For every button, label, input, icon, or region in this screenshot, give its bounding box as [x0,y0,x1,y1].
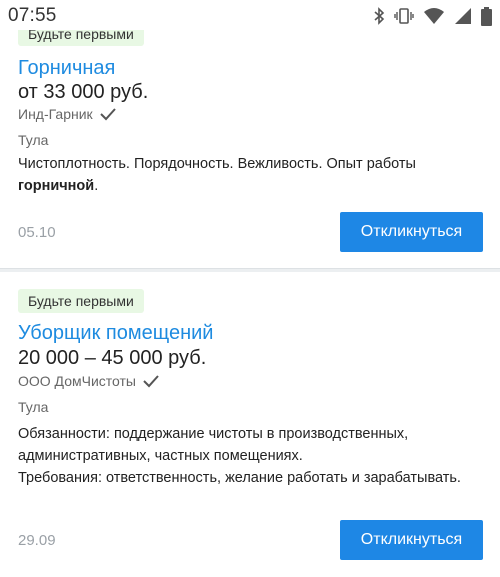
bluetooth-icon [374,7,385,25]
status-icons [373,6,492,26]
vacancy-salary: от 33 000 руб. [18,81,149,103]
vacancy-title[interactable]: Уборщик помещений [18,322,213,345]
description-highlight: горничной [18,178,95,194]
apply-button[interactable]: Откликнуться [340,520,483,560]
apply-button[interactable]: Откликнуться [340,212,483,252]
wifi-icon [424,8,444,24]
vacancy-city: Тула [18,132,49,148]
verified-check-icon [143,375,159,388]
vacancy-date: 29.09 [18,532,56,549]
company-row[interactable]: ООО ДомЧистоты [18,373,160,389]
vacancy-description: Чистоплотность. Порядочность. Вежливость… [18,153,488,197]
company-name: ООО ДомЧистоты [18,373,136,389]
vacancy-description: Обязанности: поддержание чистоты в произ… [18,423,488,489]
verified-check-icon [99,108,116,121]
signal-icon [455,8,471,24]
status-bar: 07:55 [0,0,500,30]
description-end: . [94,178,99,194]
be-first-badge: Будьте первыми [18,289,144,313]
battery-icon [481,6,492,26]
status-time: 07:55 [8,5,57,26]
description-text: Чистоплотность. Порядочность. Вежливость… [18,156,416,172]
vacancy-card[interactable]: Будьте первыми Горничная от 33 000 руб. … [0,0,500,268]
vacancy-card[interactable]: Будьте первыми Уборщик помещений 20 000 … [0,272,500,577]
vibrate-icon [394,8,414,24]
vacancy-city: Тула [18,399,49,415]
description-duties: Обязанности: поддержание чистоты в произ… [18,426,409,464]
company-name: Инд-Гарник [18,106,93,122]
vacancy-salary: 20 000 – 45 000 руб. [18,347,207,369]
description-requirements: Требования: ответственность, желание раб… [18,470,461,486]
vacancy-date: 05.10 [18,224,56,241]
company-row[interactable]: Инд-Гарник [18,106,117,122]
vacancy-title[interactable]: Горничная [18,57,115,80]
